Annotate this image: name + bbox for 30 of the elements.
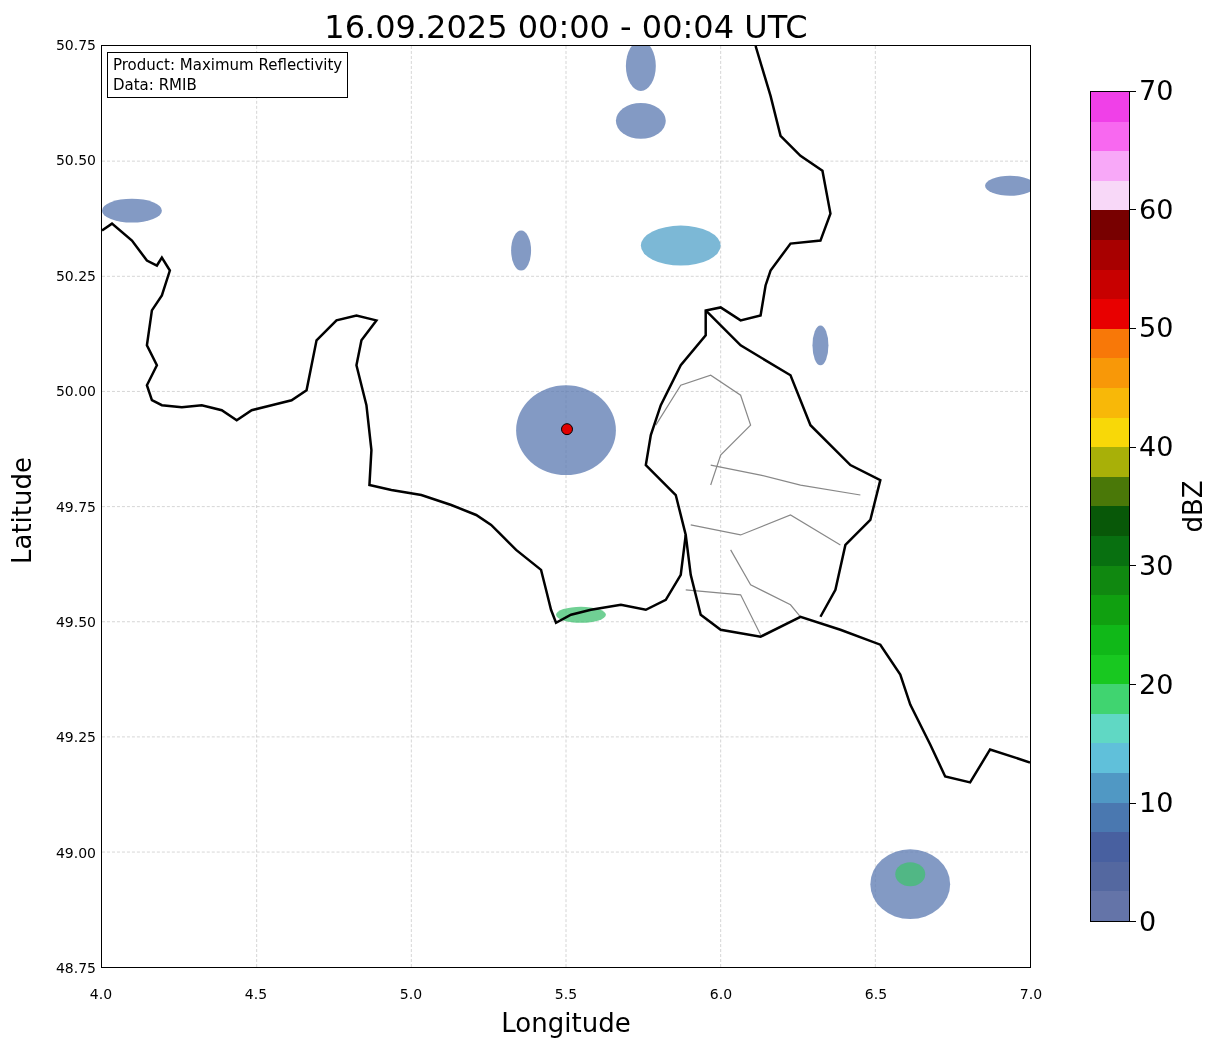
colorbar-tick-label: 60 — [1139, 194, 1174, 225]
y-tick-label: 49.25 — [55, 729, 96, 746]
colorbar-tick-label: 30 — [1139, 550, 1174, 581]
legend-text: Data: RMIB — [113, 75, 198, 95]
x-axis-label: Longitude — [501, 1008, 631, 1038]
y-axis-label: Latitude — [5, 457, 38, 564]
y-tick-label: 49.50 — [55, 613, 96, 630]
y-tick-label: 48.75 — [55, 960, 96, 976]
colorbar-tick-label: 20 — [1139, 669, 1174, 700]
x-tick-label: 4.5 — [244, 986, 268, 1002]
chart-title: 16.09.2025 00:00 - 00:04 UTC — [323, 6, 809, 47]
y-tick-label: 49.00 — [55, 844, 96, 861]
y-tick-label: 50.50 — [55, 152, 96, 169]
y-tick-label: 50.75 — [55, 37, 96, 53]
x-tick-label: 5.5 — [554, 986, 578, 1002]
y-tick-label: 49.75 — [55, 498, 96, 515]
y-tick-label: 50.00 — [55, 383, 96, 400]
x-tick-label: 6.0 — [709, 986, 733, 1002]
y-tick-label: 50.25 — [55, 267, 96, 284]
colorbar-tick-label: 40 — [1139, 432, 1174, 463]
x-tick-label: 6.5 — [864, 986, 888, 1002]
x-tick-label: 7.0 — [1019, 986, 1043, 1002]
colorbar-label: dBZ — [1176, 480, 1209, 533]
x-tick-label: 5.0 — [399, 986, 423, 1002]
colorbar-tick-label: 10 — [1139, 788, 1174, 819]
colorbar-tick-label: 50 — [1139, 313, 1174, 344]
legend-text: Product: Maximum Reflectivity — [113, 55, 343, 75]
colorbar-tick-label: 0 — [1139, 906, 1157, 937]
colorbar-tick-label: 70 — [1139, 76, 1174, 106]
x-tick-label: 4.0 — [89, 986, 113, 1002]
